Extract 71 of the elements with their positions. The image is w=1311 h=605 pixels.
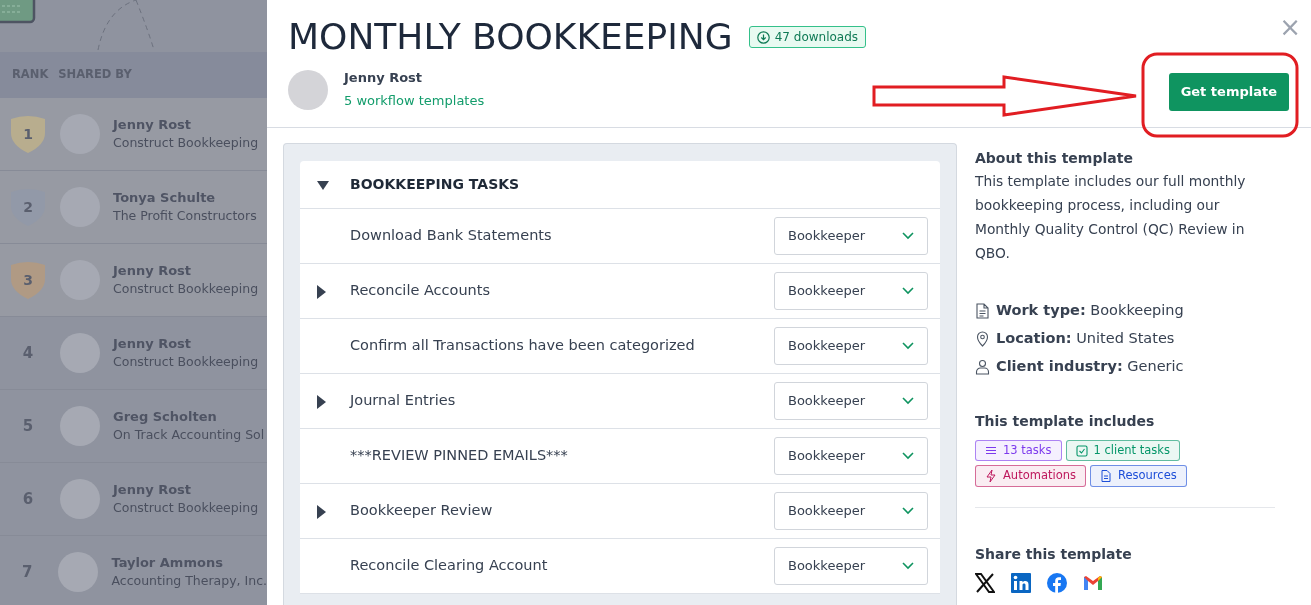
assignee-dropdown[interactable]: Bookkeeper — [774, 547, 928, 585]
rank-badge: 1 — [11, 115, 45, 153]
company-name: Construct Bookkeeping — [113, 280, 259, 299]
company-name: The Profit Constructors — [113, 207, 257, 226]
chevron-down-icon — [902, 507, 914, 515]
assignee-dropdown[interactable]: Bookkeeper — [774, 492, 928, 530]
user-name: Jenny Rost — [113, 334, 193, 353]
rank-badge: 3 — [11, 261, 45, 299]
document-icon — [975, 303, 990, 319]
chevron-down-icon — [902, 232, 914, 240]
get-template-button[interactable]: Get template — [1168, 73, 1289, 111]
task-name: Bookkeeper Review — [350, 501, 494, 521]
assignee-dropdown[interactable]: Bookkeeper — [774, 327, 928, 365]
dashed-arc-drawing — [96, 0, 156, 52]
document-icon — [1100, 469, 1112, 482]
facebook-logo-icon[interactable] — [1047, 572, 1067, 593]
tag: Resources — [1090, 465, 1187, 487]
tag: 13 tasks — [975, 440, 1062, 462]
caret-right-icon[interactable] — [316, 504, 326, 519]
linkedin-logo-icon[interactable] — [1011, 572, 1031, 593]
company-name: Construct Bookkeeping — [113, 353, 259, 372]
user-name: Jenny Rost — [113, 115, 193, 134]
share-heading: Share this template — [975, 544, 1133, 564]
assignee-dropdown[interactable]: Bookkeeper — [774, 437, 928, 475]
chevron-down-icon — [902, 397, 914, 405]
about-text: This template includes our full monthly bookkeeping process, including our Monthly Quality Control (QC) Review in QBO. — [975, 172, 1247, 263]
user-name: Jenny Rost — [113, 261, 193, 280]
company-name: Accounting Therapy, Inc. — [111, 572, 267, 591]
company-name: On Track Accounting Sol — [113, 426, 265, 445]
tag: 1 client tasks — [1065, 440, 1180, 462]
list-icon — [985, 444, 997, 457]
task-name: Reconcile Clearing Account — [350, 556, 549, 576]
detail-text: Work type: Bookkeeping — [996, 301, 1184, 321]
downloads-badge: 47 downloads — [748, 26, 867, 48]
assignee-dropdown[interactable]: Bookkeeper — [774, 382, 928, 420]
about-heading: About this template — [975, 149, 1134, 168]
chevron-down-icon — [902, 562, 914, 570]
chevron-down-icon — [902, 452, 914, 460]
x-logo-icon[interactable] — [975, 572, 995, 593]
task-name: Journal Entries — [350, 391, 457, 411]
lightning-icon — [985, 469, 997, 482]
caret-right-icon[interactable] — [316, 394, 326, 409]
detail-text: Client industry: Generic — [996, 357, 1184, 377]
chevron-down-icon — [902, 342, 914, 350]
download-icon — [756, 30, 770, 44]
author-name: Jenny Rost — [344, 69, 424, 87]
templates-link[interactable]: 5 workflow templates — [344, 92, 485, 108]
detail-text: Location: United States — [996, 329, 1175, 349]
assignee-dropdown[interactable]: Bookkeeper — [774, 272, 928, 310]
template-title: MONTHLY BOOKKEEPING — [288, 15, 733, 59]
caret-right-icon[interactable] — [316, 284, 326, 299]
user-name: Jenny Rost — [113, 480, 193, 499]
company-name: Construct Bookkeeping — [113, 499, 259, 518]
person-icon — [975, 359, 990, 375]
user-name: Taylor Ammons — [111, 553, 224, 572]
task-name: Confirm all Transactions have been categorized — [350, 336, 696, 356]
includes-heading: This template includes — [975, 412, 1156, 431]
rank-badge: 2 — [11, 188, 45, 226]
task-name: Download Bank Statements — [350, 226, 553, 246]
section-header[interactable]: BOOKKEEPING TASKS — [300, 161, 940, 209]
avatar — [288, 69, 328, 110]
task-name: ***REVIEW PINNED EMAILS*** — [350, 446, 569, 466]
task-name: Reconcile Accounts — [350, 281, 492, 301]
location-pin-icon — [975, 331, 990, 347]
chevron-down-icon — [902, 287, 914, 295]
checkbox-icon — [1075, 444, 1088, 457]
assignee-dropdown[interactable]: Bookkeeper — [774, 217, 928, 255]
tag: Automations — [975, 465, 1086, 487]
company-name: Construct Bookkeeping — [113, 134, 259, 153]
user-name: Tonya Schulte — [113, 188, 217, 207]
user-name: Greg Scholten — [113, 407, 218, 426]
